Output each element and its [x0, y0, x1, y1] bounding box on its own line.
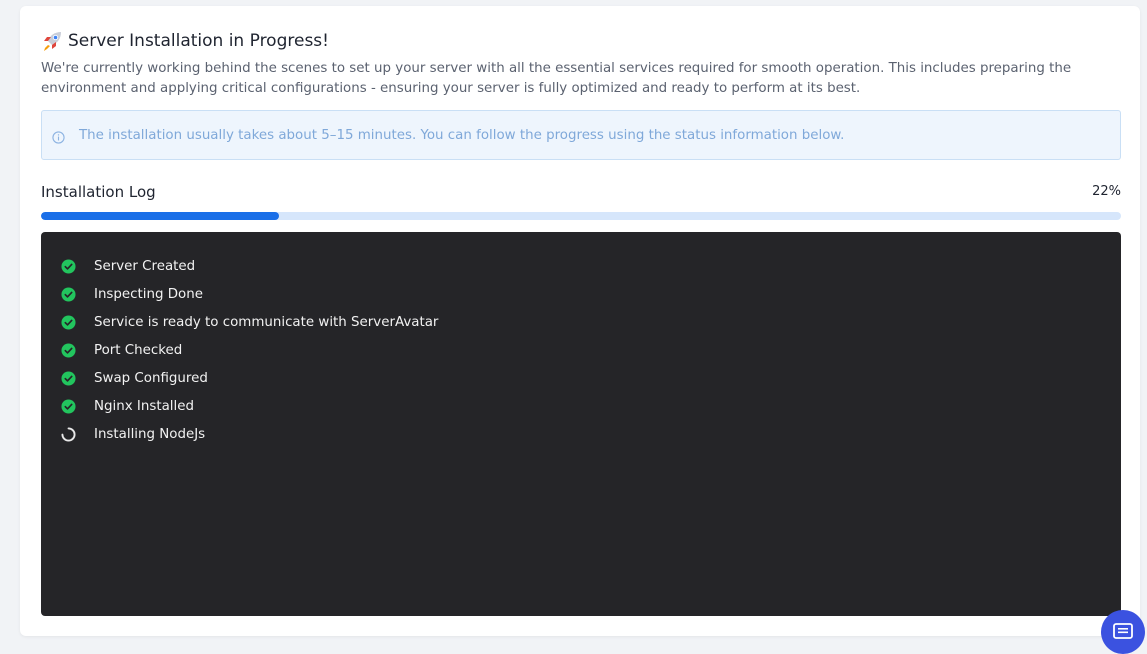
info-icon	[52, 129, 65, 144]
step-item: Installing NodeJs	[61, 420, 438, 448]
check-circle-icon	[61, 370, 76, 386]
page-description: We're currently working behind the scene…	[41, 61, 1072, 96]
check-circle-icon	[61, 398, 76, 414]
step-item: Nginx Installed	[61, 392, 438, 420]
step-label: Service is ready to communicate with Ser…	[94, 314, 439, 330]
rocket-icon	[41, 30, 63, 52]
step-item: Port Checked	[61, 336, 438, 364]
progress-bar-fill	[41, 212, 279, 220]
step-label: Server Created	[94, 258, 196, 274]
chat-support-button[interactable]	[1101, 610, 1145, 654]
step-item: Inspecting Done	[61, 280, 438, 308]
info-notice: The installation usually takes about 5–1…	[41, 110, 1121, 160]
installation-card: Server Installation in Progress! We're c…	[20, 6, 1140, 636]
title-text: Server Installation in Progress!	[68, 31, 329, 51]
step-item: Server Created	[61, 252, 438, 280]
progress-percent: 22%	[1092, 184, 1121, 199]
step-label: Swap Configured	[94, 370, 208, 386]
step-list: Server Created Inspecting Done Service i…	[61, 252, 438, 448]
step-label: Port Checked	[94, 342, 183, 358]
check-circle-icon	[61, 258, 76, 274]
check-circle-icon	[61, 286, 76, 302]
check-circle-icon	[61, 314, 76, 330]
check-circle-icon	[61, 342, 76, 358]
installation-log-console: Server Created Inspecting Done Service i…	[41, 232, 1121, 616]
step-item: Swap Configured	[61, 364, 438, 392]
progress-bar	[41, 212, 1121, 220]
chat-icon	[1113, 623, 1133, 645]
step-label: Inspecting Done	[94, 286, 203, 302]
step-item: Service is ready to communicate with Ser…	[61, 308, 438, 336]
spinner-icon	[61, 426, 76, 442]
step-label: Installing NodeJs	[94, 426, 206, 442]
page-title: Server Installation in Progress!	[41, 30, 329, 52]
installation-log-label: Installation Log	[41, 183, 156, 201]
info-notice-text: The installation usually takes about 5–1…	[79, 127, 845, 143]
step-label: Nginx Installed	[94, 398, 194, 414]
